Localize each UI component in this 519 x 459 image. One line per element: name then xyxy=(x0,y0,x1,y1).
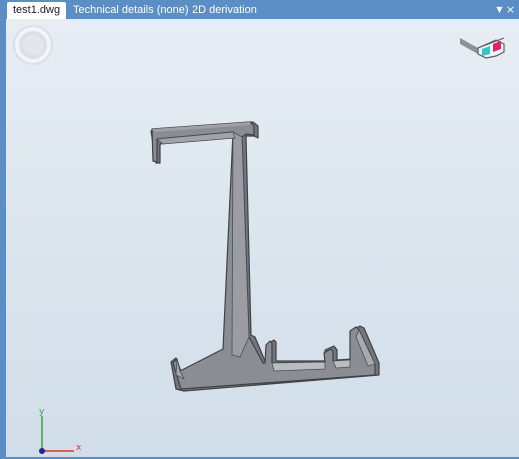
stereo-3d-glasses-icon[interactable] xyxy=(460,37,505,59)
viewport-canvas: y x xyxy=(13,25,505,454)
tab-2d-derivation[interactable]: 2D derivation xyxy=(186,2,263,19)
close-icon: × xyxy=(505,3,516,16)
tab-menu-button[interactable]: ▼ xyxy=(494,4,505,15)
tab-bar: test1.dwg Technical details (none) 2D de… xyxy=(3,0,519,19)
tab-test1-dwg[interactable]: test1.dwg xyxy=(7,2,67,19)
tab-technical-details[interactable]: Technical details (none) xyxy=(67,2,195,19)
axis-x-label: x xyxy=(76,443,82,453)
triangle-down-icon: ▼ xyxy=(496,5,503,14)
3d-viewport[interactable]: y x xyxy=(6,19,519,457)
axis-y-label: y xyxy=(39,407,45,417)
3d-model-profile[interactable] xyxy=(150,121,380,392)
navigation-wheel-icon[interactable] xyxy=(13,25,53,65)
tab-close-button[interactable]: × xyxy=(505,4,516,15)
document-window: test1.dwg Technical details (none) 2D de… xyxy=(0,0,519,459)
axis-triad-icon: y x xyxy=(39,407,82,454)
